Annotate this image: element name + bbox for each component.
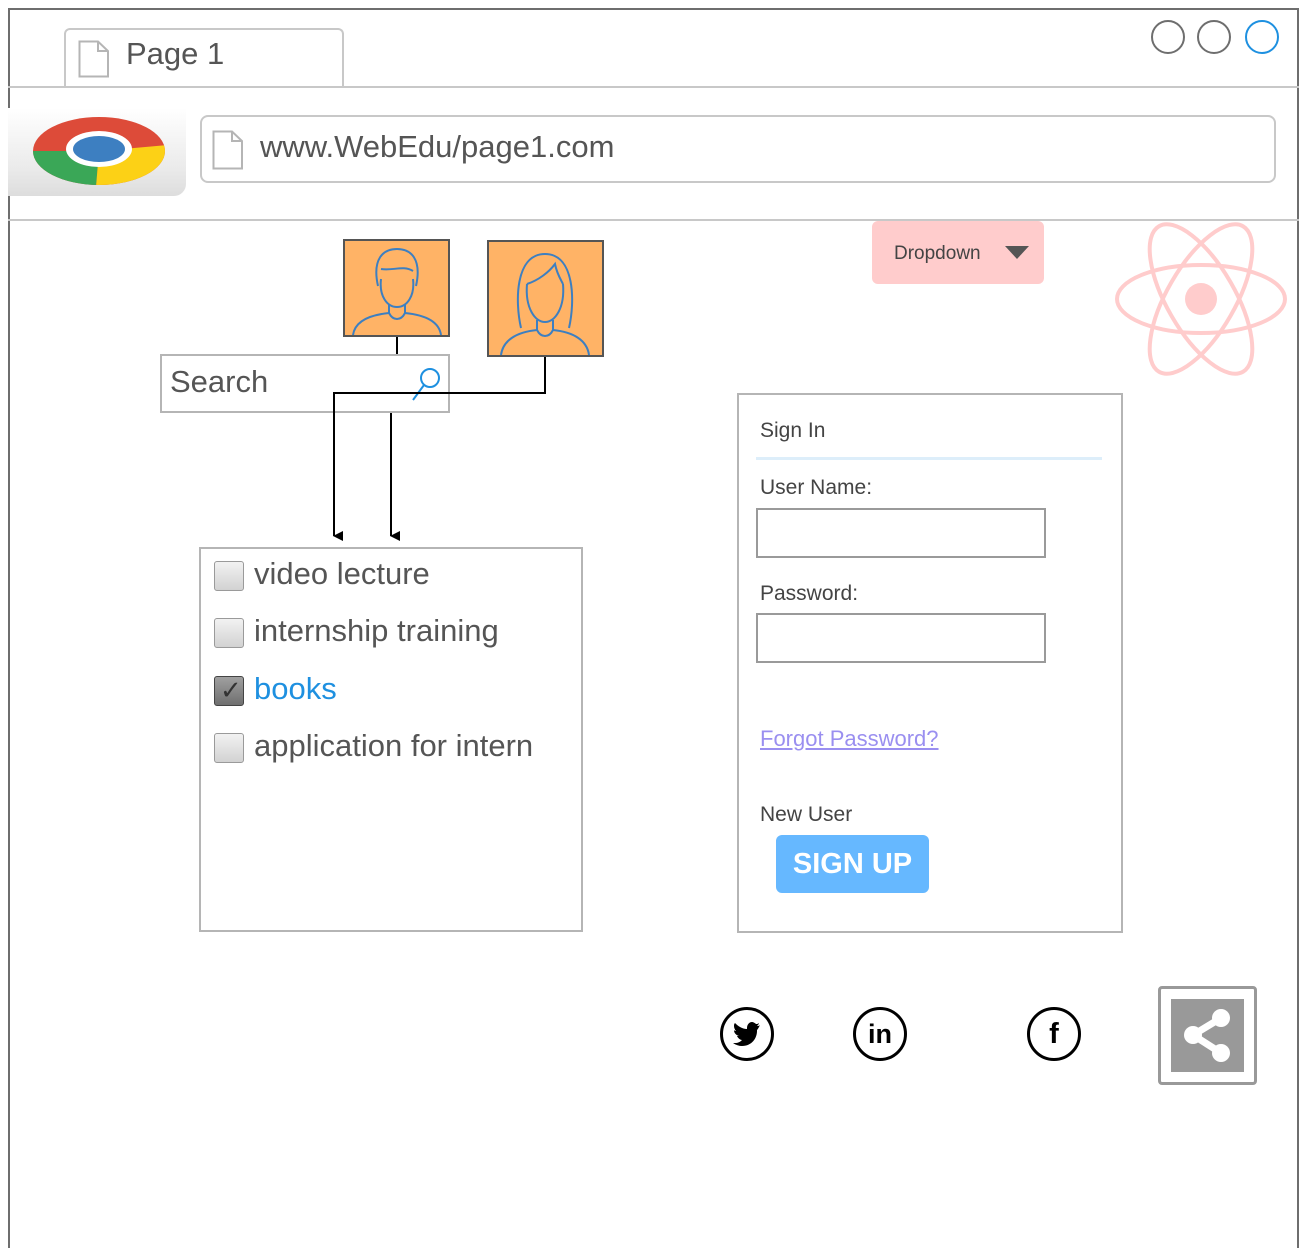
share-icon	[1184, 1009, 1230, 1062]
checkbox-application-for-intern[interactable]	[214, 733, 244, 763]
checkbox-label: video lecture	[254, 556, 430, 591]
checkbox-label: application for intern	[254, 728, 534, 763]
checkbox-books[interactable]: ✓	[214, 675, 244, 706]
username-field[interactable]	[756, 508, 1046, 558]
facebook-icon[interactable]: f	[1027, 1007, 1081, 1061]
signup-button[interactable]: SIGN UP	[776, 835, 929, 893]
forgot-password-link[interactable]: Forgot Password?	[760, 726, 939, 752]
password-field[interactable]	[756, 613, 1046, 663]
signin-title: Sign In	[760, 419, 826, 442]
chevron-down-icon	[1005, 246, 1029, 259]
linkedin-icon[interactable]: in	[853, 1007, 907, 1061]
signin-divider	[756, 457, 1102, 460]
new-user-label: New User	[760, 803, 853, 826]
share-icon-tile	[1171, 999, 1244, 1072]
password-label: Password:	[760, 582, 859, 605]
atom-icon	[1115, 222, 1287, 376]
twitter-icon[interactable]	[720, 1007, 774, 1061]
checkbox-label: internship training	[254, 613, 499, 648]
checkbox-internship-training[interactable]	[214, 618, 244, 648]
username-label: User Name:	[760, 476, 873, 499]
checkmark-icon: ✓	[220, 675, 242, 705]
checkbox-video-lecture[interactable]	[214, 561, 244, 591]
dropdown-label: Dropdown	[894, 243, 981, 264]
twitter-bird-icon	[733, 1022, 760, 1046]
checkbox-label: books	[254, 671, 337, 706]
